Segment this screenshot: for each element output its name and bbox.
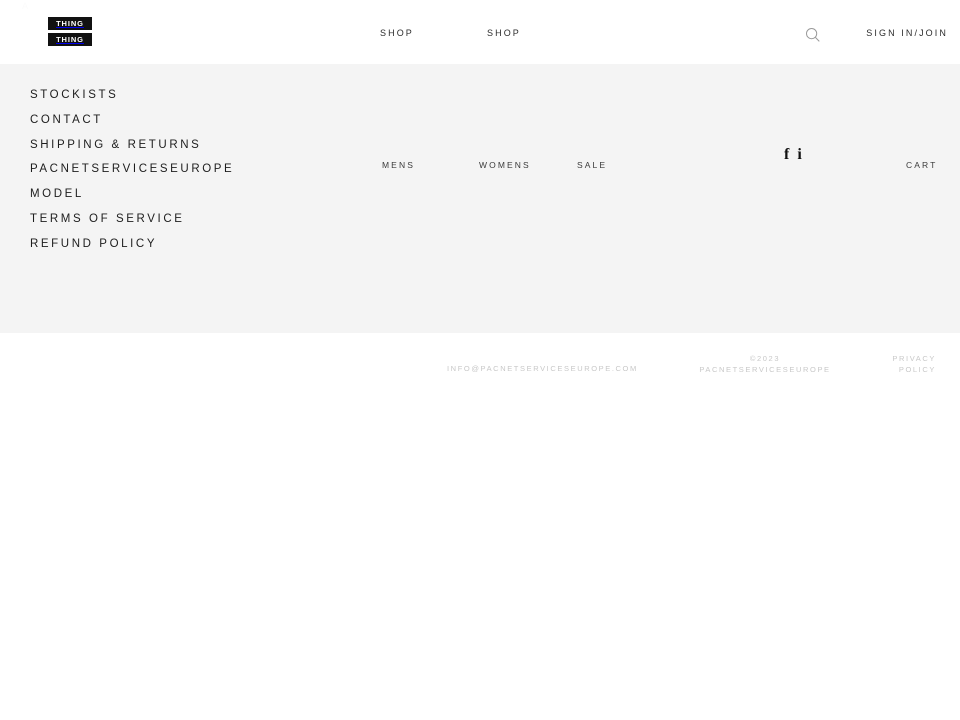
nav-item-shop-1[interactable]: SHOP (380, 28, 414, 38)
nav-item-shop-2[interactable]: SHOP (487, 28, 521, 38)
sidebar-item-refund-policy[interactable]: REFUND POLICY (30, 232, 360, 257)
secondary-menu: STOCKISTS CONTACT SHIPPING & RETURNS PAC… (30, 83, 360, 257)
sidebar-item-terms-of-service[interactable]: TERMS OF SERVICE (30, 207, 360, 232)
sidebar-item-model[interactable]: MODEL (30, 182, 360, 207)
footer-email-link[interactable]: INFO@PACNETSERVICESEUROPE.COM (447, 364, 638, 373)
footer-copyright: ©2023 PACNETSERVICESEUROPE (697, 353, 833, 375)
instagram-icon[interactable]: i (797, 146, 801, 164)
search-icon[interactable] (805, 27, 821, 43)
sidebar-item-stockists[interactable]: STOCKISTS (30, 83, 360, 108)
category-womens[interactable]: WOMENS (479, 160, 531, 170)
page-content-area (0, 333, 960, 720)
sidebar-item-pacnetserviceseurope[interactable]: PACNETSERVICESEUROPE (30, 157, 360, 182)
site-logo[interactable]: THING THING (48, 17, 92, 49)
footer-row: INFO@PACNETSERVICESEUROPE.COM ©2023 PACN… (0, 347, 960, 381)
category-sale[interactable]: SALE (577, 160, 607, 170)
logo-line-1: THING (48, 17, 92, 30)
footer-copyright-name: PACNETSERVICESEUROPE (699, 365, 831, 374)
sidebar-item-contact[interactable]: CONTACT (30, 108, 360, 133)
expanded-menu-panel: STOCKISTS CONTACT SHIPPING & RETURNS PAC… (0, 64, 960, 374)
sign-in-join-link[interactable]: SIGN IN/JOIN (866, 28, 948, 38)
social-links: f i (784, 146, 802, 164)
facebook-icon[interactable]: f (784, 146, 789, 164)
footer-privacy-line-2: POLICY (898, 365, 936, 374)
corner-mark: A (22, 1, 30, 11)
logo-line-2: THING (48, 33, 92, 46)
category-mens[interactable]: MENS (382, 160, 415, 170)
footer-privacy-policy-link[interactable]: PRIVACY POLICY (892, 353, 936, 375)
cart-link[interactable]: CART (906, 160, 937, 170)
footer-copyright-year: ©2023 (749, 354, 781, 363)
footer-privacy-line-1: PRIVACY (892, 354, 936, 363)
sidebar-item-shipping-returns[interactable]: SHIPPING & RETURNS (30, 133, 360, 158)
site-header: A THING THING SHOP SHOP SIGN IN/JOIN (0, 0, 960, 64)
